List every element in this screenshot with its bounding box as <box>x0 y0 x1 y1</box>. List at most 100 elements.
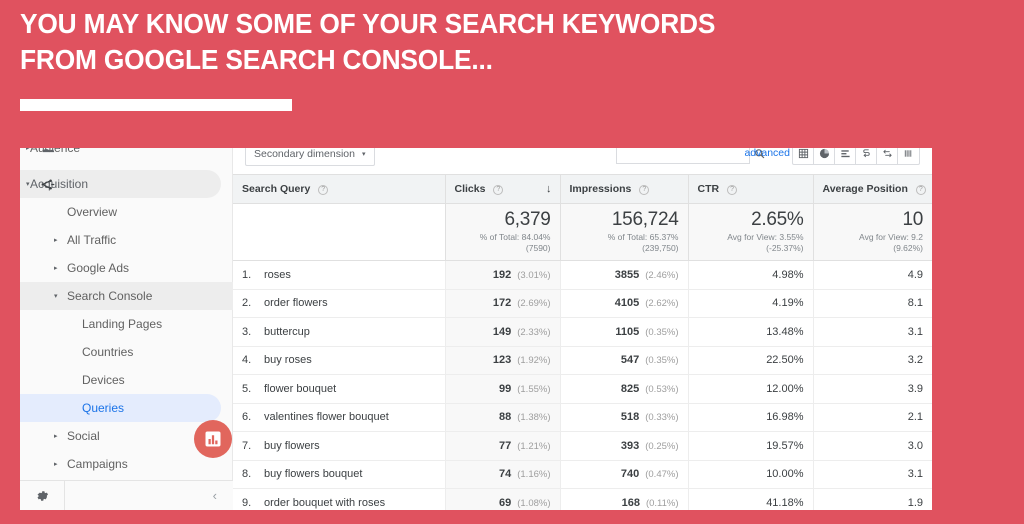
row-index: 7. <box>242 439 252 452</box>
cell-impressions: 168 (0.11%) <box>560 488 689 510</box>
sidebar-item-audience[interactable]: ▸ Audience <box>20 148 233 162</box>
cell-ctr: 13.48% <box>688 317 814 347</box>
table-row[interactable]: 6. valentines flower bouquet 88 (1.38%) 518 (… <box>233 403 932 432</box>
column-label: Impressions <box>569 183 632 195</box>
summary-cell-average-position: 10 Avg for View: 9.2 (9.62%) <box>813 203 932 261</box>
table-row[interactable]: 4. buy roses 123 (1.92%) 547 (0.35%) 22.50% 3.2 <box>233 346 932 375</box>
cell-ctr: 4.98% <box>688 260 814 290</box>
cell-average-position: 3.1 <box>813 460 932 489</box>
column-header-search-query[interactable]: Search Query ? <box>233 174 446 204</box>
metric-percentage: (3.01%) <box>517 269 551 281</box>
cell-impressions: 547 (0.35%) <box>560 346 689 375</box>
search-query-link[interactable]: buy flowers <box>264 440 320 452</box>
comparison-view-icon[interactable] <box>856 148 877 164</box>
metric-percentage: (1.55%) <box>517 383 551 395</box>
summary-subtext: % of Total: 84.04% <box>479 232 551 242</box>
column-header-impressions[interactable]: Impressions ? <box>560 174 689 204</box>
sidebar-item-overview[interactable]: Overview <box>20 198 233 226</box>
help-icon[interactable]: ? <box>639 184 650 195</box>
sidebar: ▸ Audience ▾ Acquisition Overview ▸ All … <box>20 148 233 510</box>
table-header-row: Search Query ? Clicks ? ↓ Impressions ? … <box>233 174 932 204</box>
metric-value: 74 <box>498 468 512 481</box>
metric-value: 149 <box>492 325 512 338</box>
search-query-link[interactable]: buy flowers bouquet <box>264 468 362 480</box>
secondary-dimension-button[interactable]: Secondary dimension ▾ <box>245 148 375 166</box>
cell-clicks: 149 (2.33%) <box>445 317 561 347</box>
metric-value: 168 <box>621 496 640 509</box>
table-row[interactable]: 1. roses 192 (3.01%) 3855 (2.46%) 4.98% 4.9 <box>233 260 932 290</box>
acquisition-icon <box>39 176 56 193</box>
term-cloud-view-icon[interactable] <box>898 148 919 164</box>
google-analytics-screenshot: ▸ Audience ▾ Acquisition Overview ▸ All … <box>20 148 932 510</box>
search-query-link[interactable]: order bouquet with roses <box>264 497 385 509</box>
column-header-clicks[interactable]: Clicks ? ↓ <box>445 174 561 204</box>
sidebar-item-google-ads[interactable]: ▸ Google Ads <box>20 254 233 282</box>
row-index: 8. <box>242 468 252 481</box>
search-query-link[interactable]: buy roses <box>264 354 312 366</box>
column-header-average-position[interactable]: Average Position ? <box>813 174 932 204</box>
table-row[interactable]: 3. buttercup 149 (2.33%) 1105 (0.35%) 13.48% 3.… <box>233 317 932 347</box>
collapse-sidebar-button[interactable]: ‹ <box>64 481 233 510</box>
report-panel: Secondary dimension ▾ advanced Search Qu… <box>233 148 932 510</box>
metric-percentage: (2.46%) <box>645 269 679 281</box>
search-query-link[interactable]: valentines flower bouquet <box>264 411 389 423</box>
row-index: 9. <box>242 496 252 509</box>
sidebar-item-label: Google Ads <box>67 261 130 275</box>
sidebar-item-label: Queries <box>82 401 125 415</box>
search-query-link[interactable]: flower bouquet <box>264 383 336 395</box>
cell-impressions: 4105 (2.62%) <box>560 289 689 318</box>
cell-ctr: 16.98% <box>688 403 814 432</box>
sidebar-item-countries[interactable]: Countries <box>20 338 233 366</box>
advanced-filter-link[interactable]: advanced <box>744 148 790 159</box>
percentage-pie-view-icon[interactable] <box>814 148 835 164</box>
chevron-down-icon: ▾ <box>54 292 58 300</box>
table-row[interactable]: 7. buy flowers 77 (1.21%) 393 (0.25%) 19.57% 3.… <box>233 431 932 461</box>
sidebar-item-landing-pages[interactable]: Landing Pages <box>20 310 233 338</box>
column-label: Average Position <box>822 183 908 195</box>
table-body: 1. roses 192 (3.01%) 3855 (2.46%) 4.98% 4.9 2. or… <box>233 260 932 510</box>
metric-value: 4105 <box>614 297 640 310</box>
table-search <box>616 148 765 164</box>
chevron-right-icon: ▸ <box>54 236 58 244</box>
help-icon[interactable]: ? <box>727 184 738 195</box>
cell-ctr: 41.18% <box>688 488 814 510</box>
row-index: 1. <box>242 268 252 281</box>
table-row[interactable]: 9. order bouquet with roses 69 (1.08%) 168 (0… <box>233 488 932 510</box>
sidebar-item-devices[interactable]: Devices <box>20 366 233 394</box>
performance-bar-view-icon[interactable] <box>835 148 856 164</box>
help-icon[interactable]: ? <box>915 184 926 195</box>
column-header-ctr[interactable]: CTR ? <box>688 174 814 204</box>
metric-value: 69 <box>498 496 512 509</box>
summary-subtext: % of Total: 65.37% <box>607 232 679 242</box>
table-row[interactable]: 8. buy flowers bouquet 74 (1.16%) 740 (0.47%)… <box>233 460 932 489</box>
cell-clicks: 77 (1.21%) <box>445 431 561 461</box>
help-icon[interactable]: ? <box>318 184 329 195</box>
sidebar-item-search-console[interactable]: ▾ Search Console <box>20 282 233 310</box>
sidebar-item-acquisition[interactable]: ▾ Acquisition <box>20 170 221 198</box>
search-query-link[interactable]: buttercup <box>264 326 310 338</box>
sidebar-item-all-traffic[interactable]: ▸ All Traffic <box>20 226 233 254</box>
help-icon[interactable]: ? <box>493 184 504 195</box>
bar-chart-badge[interactable] <box>194 420 232 458</box>
cell-impressions: 825 (0.53%) <box>560 374 689 404</box>
sidebar-item-label: Devices <box>82 373 125 387</box>
cell-search-query: 1. roses <box>233 260 446 290</box>
metric-percentage: (0.35%) <box>645 326 679 338</box>
gear-icon[interactable] <box>20 489 64 503</box>
metric-percentage: (0.53%) <box>645 383 679 395</box>
pivot-view-icon[interactable] <box>877 148 898 164</box>
search-query-link[interactable]: order flowers <box>264 297 328 309</box>
chevron-down-icon: ▾ <box>26 180 30 188</box>
cell-impressions: 518 (0.33%) <box>560 403 689 432</box>
search-query-link[interactable]: roses <box>264 269 291 281</box>
table-view-icon[interactable] <box>793 148 814 164</box>
sidebar-item-queries[interactable]: Queries <box>20 394 221 422</box>
search-input[interactable] <box>617 148 754 163</box>
table-row[interactable]: 2. order flowers 172 (2.69%) 4105 (2.62%) 4.19… <box>233 289 932 318</box>
cell-search-query: 7. buy flowers <box>233 431 446 461</box>
table-row[interactable]: 5. flower bouquet 99 (1.55%) 825 (0.53%) 12.00… <box>233 374 932 404</box>
row-index: 4. <box>242 354 252 367</box>
sort-descending-icon[interactable]: ↓ <box>546 183 552 195</box>
metric-percentage: (1.16%) <box>517 469 551 481</box>
report-toolbar: Secondary dimension ▾ advanced <box>233 148 932 174</box>
